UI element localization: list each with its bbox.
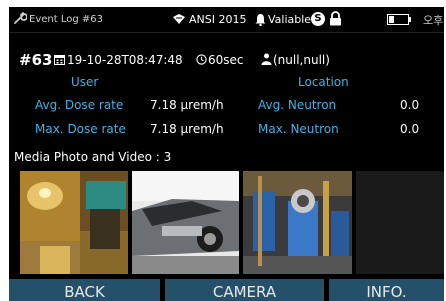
device-screen: Event Log #63 ANSI 2015 Valiable S 오후 #6… <box>9 7 444 301</box>
avg-dose-rate-label: Avg. Dose rate <box>35 98 124 112</box>
person-icon <box>261 53 272 65</box>
max-neutron-label: Max. Neutron <box>258 122 339 136</box>
event-duration: 60sec <box>208 53 244 67</box>
max-dose-rate-label: Max. Dose rate <box>35 122 126 136</box>
shield-icon <box>173 14 185 24</box>
media-thumbnail-3[interactable] <box>243 171 352 274</box>
avg-dose-rate-value: 7.18 μrem/h <box>150 98 224 112</box>
max-dose-rate-value: 7.18 μrem/h <box>150 122 224 136</box>
user-header: User <box>71 75 99 89</box>
event-number: #63 <box>19 51 53 69</box>
avg-neutron-label: Avg. Neutron <box>258 98 337 112</box>
back-button[interactable]: BACK <box>9 279 160 301</box>
battery-icon <box>387 14 411 25</box>
avg-neutron-value: 0.0 <box>400 98 420 112</box>
max-neutron-value: 0.0 <box>400 122 420 136</box>
s-badge: S <box>311 12 325 26</box>
info-button[interactable]: INFO. <box>329 279 444 301</box>
clock-icon <box>196 54 207 65</box>
media-count-label: Media Photo and Video : 3 <box>14 150 172 164</box>
media-thumbnail-2[interactable] <box>132 171 239 274</box>
clock-period-label: 오후 <box>423 14 444 27</box>
location-header: Location <box>298 75 349 89</box>
media-thumbnail-1[interactable] <box>20 171 128 274</box>
camera-button[interactable]: CAMERA <box>165 279 324 301</box>
bell-icon <box>255 14 266 26</box>
wrench-icon <box>14 12 27 24</box>
status-bar: Event Log #63 ANSI 2015 Valiable S 오후 <box>9 7 444 33</box>
event-coordinates: (null,null) <box>273 53 330 67</box>
mode-label: Valiable <box>268 13 312 26</box>
event-datetime: 19-10-28T08:47:48 <box>67 53 183 67</box>
window-title: Event Log #63 <box>29 14 103 25</box>
lock-icon <box>330 11 341 26</box>
calendar-icon <box>54 55 65 65</box>
media-thumbnail-empty <box>356 171 444 274</box>
standard-label: ANSI 2015 <box>189 13 247 26</box>
